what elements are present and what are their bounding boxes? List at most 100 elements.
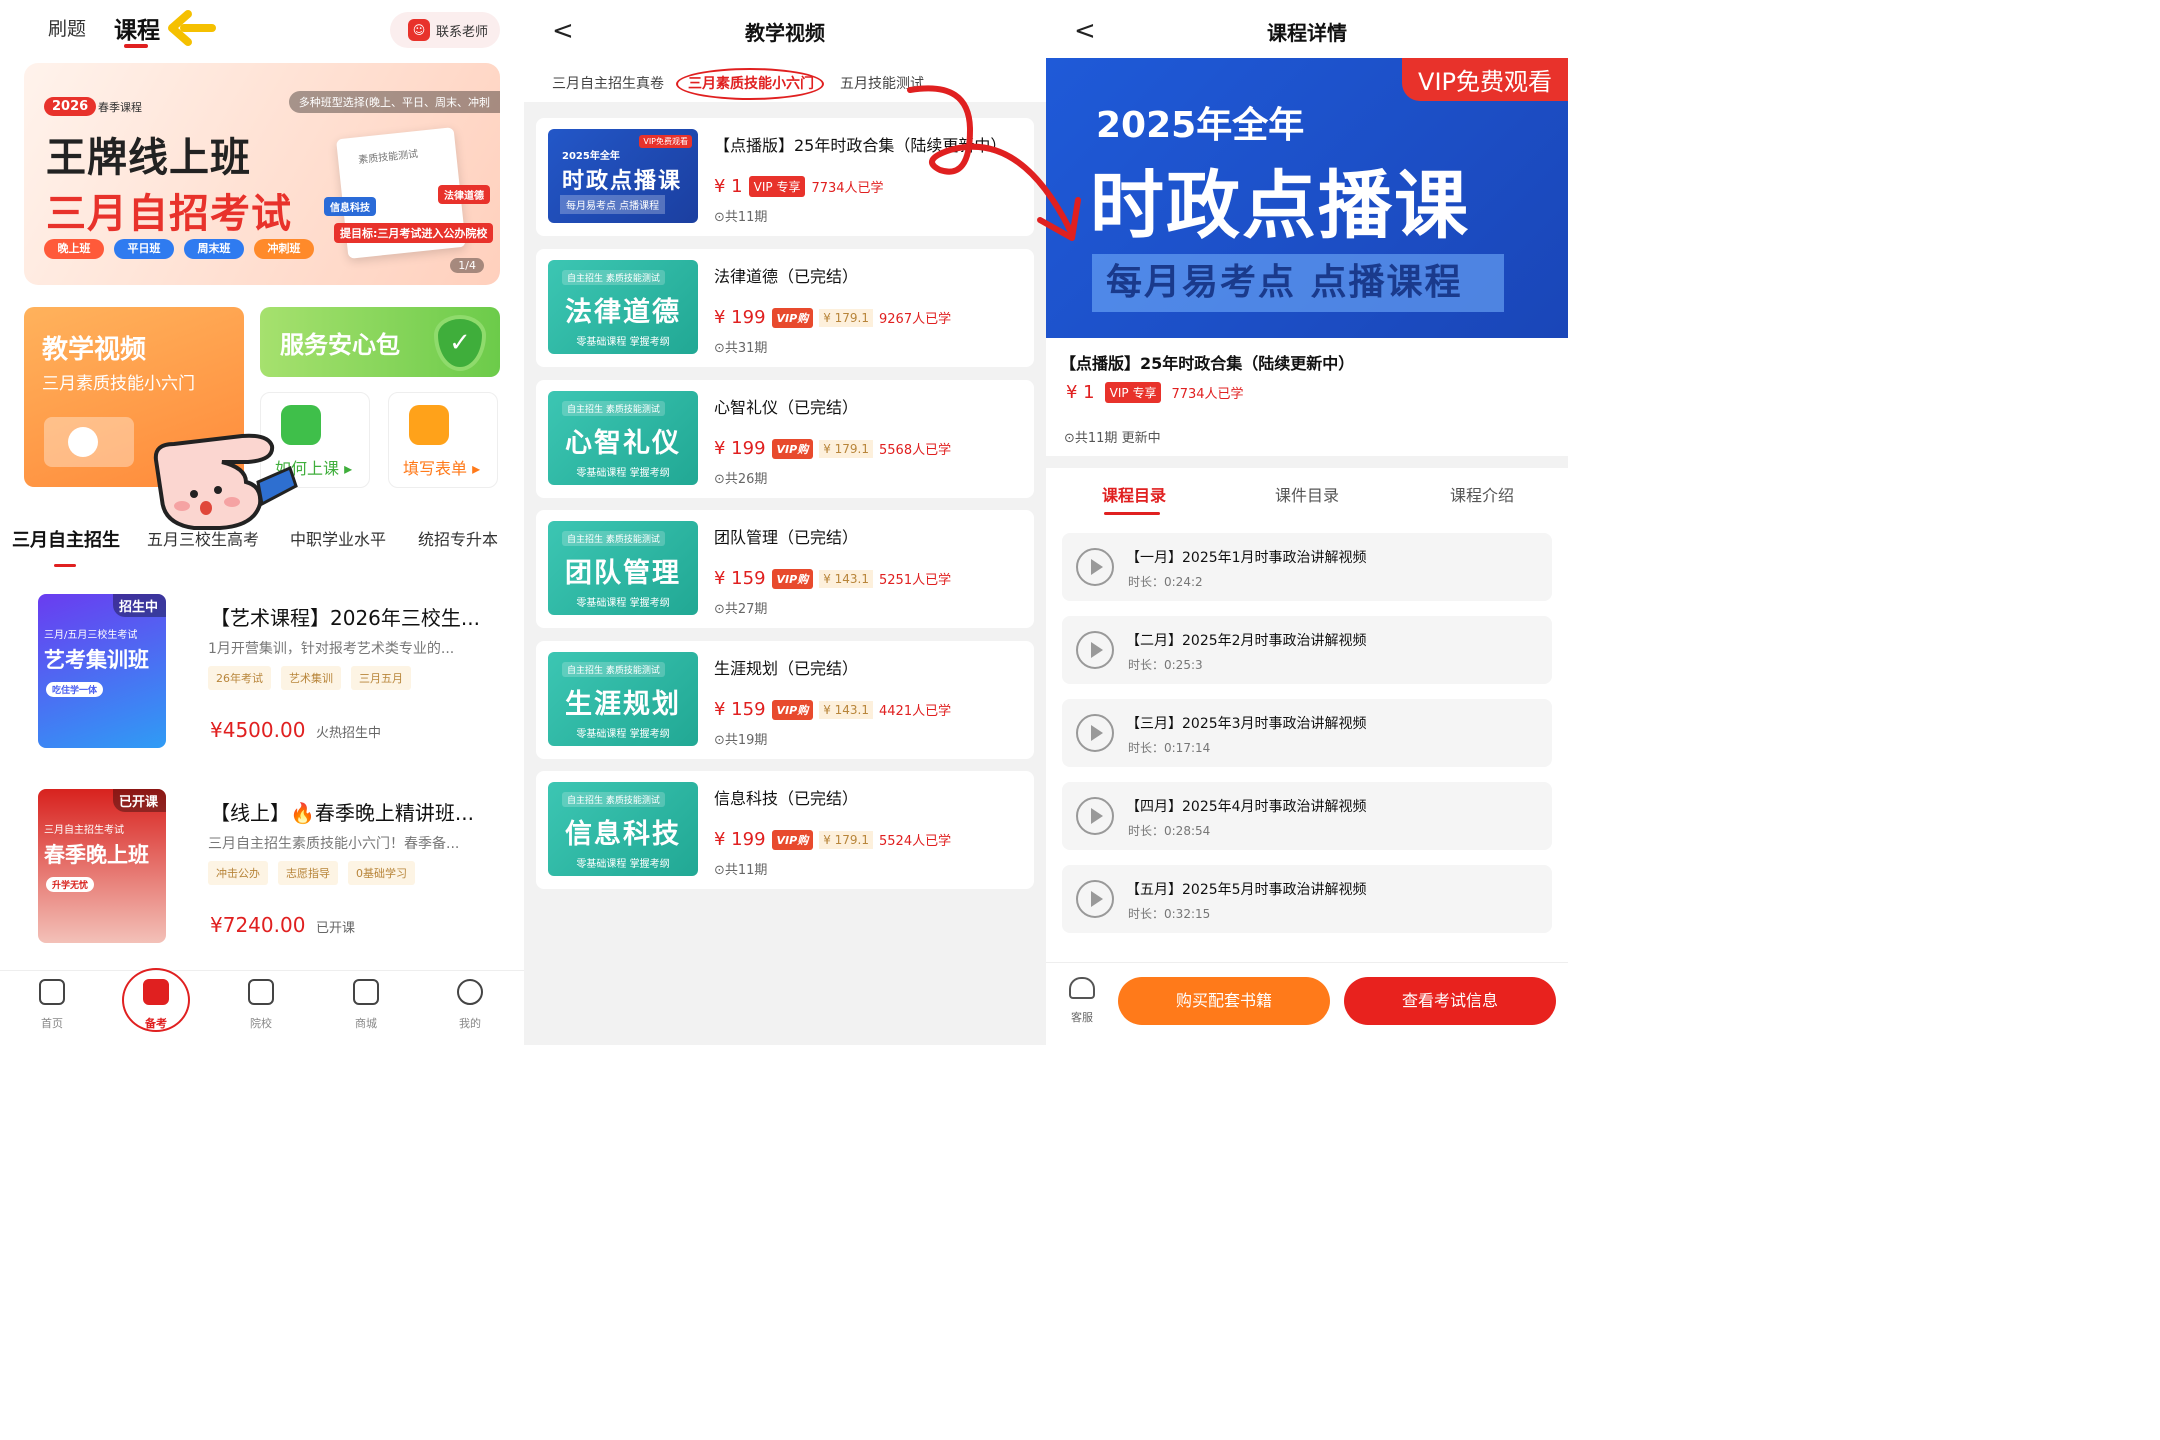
tab-mall[interactable]: 商城 xyxy=(336,979,396,1031)
category-upgrade[interactable]: 统招专升本 xyxy=(418,526,498,550)
shop-icon xyxy=(353,979,379,1005)
school-icon xyxy=(248,979,274,1005)
course-title: 信息科技（已完结） xyxy=(714,789,859,808)
lesson-duration: 时长：0:25:3 xyxy=(1128,658,1203,672)
course-title: 【线上】🔥春季晚上精讲班... xyxy=(210,801,474,825)
play-icon[interactable] xyxy=(1076,631,1114,669)
category-vocational[interactable]: 中职学业水平 xyxy=(290,526,386,550)
video-course-item[interactable]: VIP免费观看 2025年全年 时政点播课 每月易考点 点播课程 【点播版】25… xyxy=(536,118,1034,236)
course-card[interactable]: 招生中 三月/五月三校生考试 艺考集训班 吃住学一体 【艺术课程】2026年三校… xyxy=(38,594,508,754)
price-row: ¥ 199 VIP购 ¥ 179.1 5568人已学 xyxy=(714,438,951,459)
play-icon[interactable] xyxy=(1076,880,1114,918)
tab-practice[interactable]: 刷题 xyxy=(48,14,86,41)
course-card[interactable]: 已开课 三月自主招生考试 春季晚上班 升学无忧 【线上】🔥春季晚上精讲班... … xyxy=(38,789,508,949)
customer-service-button[interactable]: 客服 xyxy=(1066,977,1098,1025)
circle-annotation xyxy=(122,968,190,1032)
thumb-title: 艺考集训班 xyxy=(44,648,149,672)
tab-march-papers[interactable]: 三月自主招生真卷 xyxy=(552,73,664,93)
course-tag: 0基础学习 xyxy=(348,861,415,885)
tab-introduction[interactable]: 课程介绍 xyxy=(1450,482,1514,506)
course-thumbnail: 自主招生 素质技能测试 心智礼仪 零基础课程 掌握考纲 xyxy=(548,391,698,485)
nav-bar: < 课程详情 xyxy=(1046,0,1568,60)
video-course-item[interactable]: 自主招生 素质技能测试 法律道德 零基础课程 掌握考纲 法律道德（已完结） ¥ … xyxy=(536,249,1034,367)
course-title: 生涯规划（已完结） xyxy=(714,659,859,678)
price: ¥ 159 xyxy=(714,568,766,589)
tab-me[interactable]: 我的 xyxy=(440,979,500,1031)
video-card-title: 教学视频 xyxy=(42,335,147,365)
headset-icon xyxy=(1069,977,1095,999)
period-count: ⊙共11期 xyxy=(714,210,768,225)
category-tabs: 三月自主招生 五月三校生高考 中职学业水平 统招专升本 xyxy=(0,526,524,567)
learner-count: 5251人已学 xyxy=(879,573,952,588)
thumb-year: 2025年全年 xyxy=(562,151,620,162)
lesson-item[interactable]: 【四月】2025年4月时事政治讲解视频 时长：0:28:54 xyxy=(1062,782,1552,850)
tab-courses[interactable]: 课程 xyxy=(114,11,160,45)
lesson-item[interactable]: 【二月】2025年2月时事政治讲解视频 时长：0:25:3 xyxy=(1062,616,1552,684)
price: ¥ 199 xyxy=(714,829,766,850)
video-course-item[interactable]: 自主招生 素质技能测试 团队管理 零基础课程 掌握考纲 团队管理（已完结） ¥ … xyxy=(536,510,1034,628)
tab-courseware[interactable]: 课件目录 xyxy=(1275,482,1339,506)
price: ¥ 199 xyxy=(714,307,766,328)
service-card-title: 服务安心包 xyxy=(280,331,400,359)
course-hero-image: VIP免费观看 2025年全年 时政点播课 每月易考点 点播课程 xyxy=(1046,58,1568,338)
video-course-item[interactable]: 自主招生 素质技能测试 信息科技 零基础课程 掌握考纲 信息科技（已完结） ¥ … xyxy=(536,771,1034,889)
lesson-item[interactable]: 【三月】2025年3月时事政治讲解视频 时长：0:17:14 xyxy=(1062,699,1552,767)
category-underline xyxy=(54,564,76,567)
price-row: ¥ 159 VIP购 ¥ 143.1 4421人已学 xyxy=(714,699,951,720)
vip-buy-badge: VIP购 xyxy=(771,568,814,589)
learner-count: 7734人已学 xyxy=(811,181,884,196)
course-tags: 26年考试 艺术集训 三月五月 xyxy=(208,666,411,690)
tab-schools[interactable]: 院校 xyxy=(231,979,291,1031)
price: ¥ 199 xyxy=(714,438,766,459)
course-title: 团队管理（已完结） xyxy=(714,528,859,547)
course-thumbnail: 招生中 三月/五月三校生考试 艺考集训班 吃住学一体 xyxy=(38,594,166,748)
class-type-chips: 晚上班 平日班 周末班 冲刺班 xyxy=(44,239,314,259)
course-tag: 冲击公办 xyxy=(208,861,268,885)
tab-home-label: 首页 xyxy=(41,1017,63,1030)
fill-form-card[interactable]: 填写表单 ▸ xyxy=(388,392,498,488)
banner-season: 春季课程 xyxy=(98,101,142,114)
learner-count: 7734人已学 xyxy=(1171,387,1244,402)
vip-exclusive-badge: VIP 专享 xyxy=(1104,382,1162,403)
thumb-title: 团队管理 xyxy=(565,558,681,589)
video-course-item[interactable]: 自主招生 素质技能测试 生涯规划 零基础课程 掌握考纲 生涯规划（已完结） ¥ … xyxy=(536,641,1034,759)
banner-year: 2026 xyxy=(44,97,97,116)
course-title: 【艺术课程】2026年三校生... xyxy=(210,606,480,630)
thumb-tag: 升学无忧 xyxy=(46,877,95,892)
detail-tabs: 课程目录 课件目录 课程介绍 xyxy=(1046,482,1568,516)
service-package-card[interactable]: 服务安心包 ✓ xyxy=(260,307,500,377)
banner-page-indicator: 1/4 xyxy=(450,258,484,273)
shield-check-icon: ✓ xyxy=(434,315,486,371)
course-thumbnail: 自主招生 素质技能测试 信息科技 零基础课程 掌握考纲 xyxy=(548,782,698,876)
learner-count: 5568人已学 xyxy=(879,443,952,458)
promo-banner[interactable]: 2026 春季课程 多种班型选择(晚上、平日、周末、冲刺 王牌线上班 三月自招考… xyxy=(24,63,500,285)
play-icon[interactable] xyxy=(1076,797,1114,835)
play-icon[interactable] xyxy=(1076,548,1114,586)
category-march[interactable]: 三月自主招生 xyxy=(12,526,120,552)
service-label: 客服 xyxy=(1071,1011,1093,1024)
tab-may-skills[interactable]: 五月技能测试 xyxy=(840,73,924,93)
page-title: 课程详情 xyxy=(1267,21,1347,45)
thumb-tag: 吃住学一体 xyxy=(46,682,104,697)
price: ¥ 159 xyxy=(714,699,766,720)
thumb-footer: 零基础课程 掌握考纲 xyxy=(576,337,670,348)
buy-books-button[interactable]: 购买配套书籍 xyxy=(1118,977,1330,1025)
video-course-item[interactable]: 自主招生 素质技能测试 心智礼仪 零基础课程 掌握考纲 心智礼仪（已完结） ¥ … xyxy=(536,380,1034,498)
chip-weekday: 平日班 xyxy=(114,239,174,259)
play-icon[interactable] xyxy=(1076,714,1114,752)
lesson-item[interactable]: 【五月】2025年5月时事政治讲解视频 时长：0:32:15 xyxy=(1062,865,1552,933)
view-exam-info-button[interactable]: 查看考试信息 xyxy=(1344,977,1556,1025)
lesson-title: 【一月】2025年1月时事政治讲解视频 xyxy=(1126,550,1367,566)
thumb-tag: 自主招生 素质技能测试 xyxy=(562,531,665,546)
contact-teacher-button[interactable]: ☺ 联系老师 xyxy=(390,12,500,48)
tab-course-catalog[interactable]: 课程目录 xyxy=(1102,482,1166,506)
category-may[interactable]: 五月三校生高考 xyxy=(147,526,259,550)
thumb-footer: 零基础课程 掌握考纲 xyxy=(576,729,670,740)
lesson-item[interactable]: 【一月】2025年1月时事政治讲解视频 时长：0:24:2 xyxy=(1062,533,1552,601)
thumb-footer: 零基础课程 掌握考纲 xyxy=(576,598,670,609)
chat-icon: ☺ xyxy=(408,19,430,41)
top-bar: 刷题 课程 ☺ 联系老师 xyxy=(0,0,524,60)
course-tags: 冲击公办 志愿指导 0基础学习 xyxy=(208,861,415,885)
course-tag: 志愿指导 xyxy=(278,861,338,885)
tab-home[interactable]: 首页 xyxy=(22,979,82,1031)
